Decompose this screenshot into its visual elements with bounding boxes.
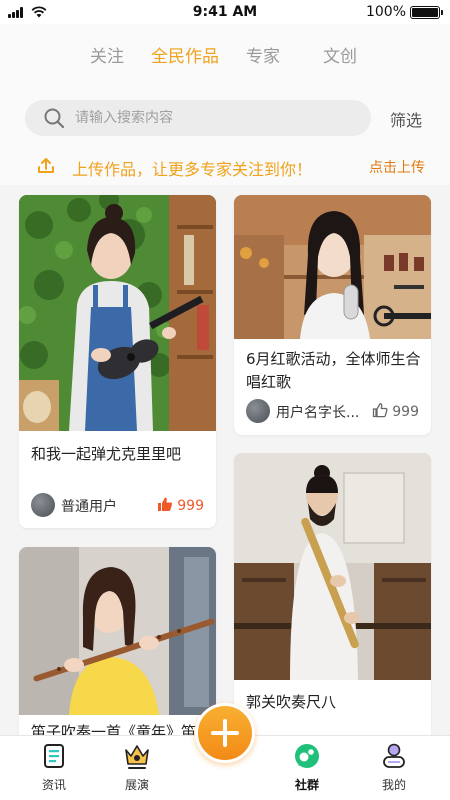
profile-icon xyxy=(383,743,405,768)
work-title: 笛子吹奏一首《童年》笛 xyxy=(31,723,197,735)
battery-icon xyxy=(410,6,443,19)
upload-banner[interactable]: 上传作品，让更多专家关注到你！ 点击上传 xyxy=(0,154,450,180)
work-title: 郭关吹奏尺八 xyxy=(246,693,337,711)
tab-all-works[interactable]: 全民作品 xyxy=(151,42,219,67)
search-icon xyxy=(44,108,65,129)
tab-follow[interactable]: 关注 xyxy=(90,42,124,67)
avatar[interactable] xyxy=(246,399,270,423)
search-input[interactable] xyxy=(75,100,355,136)
app-screen: 9:41 AM 100% 关注 全民作品 专家 文创 筛选 xyxy=(0,0,450,800)
tab-experts[interactable]: 专家 xyxy=(246,42,280,67)
work-photo xyxy=(234,453,431,680)
work-meta: 普通用户 999 xyxy=(31,493,204,519)
community-icon xyxy=(295,744,319,768)
nav-label: 我的 xyxy=(381,778,406,792)
upload-icon xyxy=(38,158,54,173)
nav-label: 资讯 xyxy=(41,778,66,792)
like-count-text: 999 xyxy=(392,404,419,420)
avatar[interactable] xyxy=(31,493,55,517)
author-name[interactable]: 用户名字长... xyxy=(276,402,371,422)
upload-link[interactable]: 点击上传 xyxy=(369,157,425,177)
like-count-text: 999 xyxy=(177,498,204,514)
work-meta: 用户名字长... 999 xyxy=(246,399,419,425)
publish-button[interactable] xyxy=(195,703,255,763)
status-bar: 9:41 AM 100% xyxy=(0,0,450,24)
header: 关注 全民作品 专家 文创 筛选 上传作品，让更多专家关注到你！ 点击上传 xyxy=(0,24,450,185)
battery-percent: 100% xyxy=(365,4,406,20)
news-icon xyxy=(44,744,64,768)
work-photo xyxy=(234,195,431,339)
like-count[interactable]: 999 xyxy=(157,496,204,514)
nav-item-performance[interactable]: 展演 xyxy=(107,742,167,793)
work-title: 6月红歌活动，全体师生合唱红歌 xyxy=(246,350,421,391)
nav-label: 社群 xyxy=(294,778,319,792)
work-card[interactable]: 6月红歌活动，全体师生合唱红歌 用户名字长... 999 xyxy=(234,195,431,435)
plus-icon xyxy=(211,719,239,747)
like-count[interactable]: 999 xyxy=(372,402,419,420)
work-card[interactable]: 和我一起弹尤克里里吧 普通用户 999 xyxy=(19,195,216,528)
upload-prompt: 上传作品，让更多专家关注到你！ xyxy=(72,160,313,179)
search-box[interactable] xyxy=(25,100,371,136)
nav-item-community[interactable]: 社群 xyxy=(277,742,337,793)
nav-label: 展演 xyxy=(124,778,149,792)
thumb-up-icon xyxy=(158,497,173,511)
nav-item-profile[interactable]: 我的 xyxy=(364,742,424,793)
author-name[interactable]: 普通用户 xyxy=(61,496,161,516)
tab-culture[interactable]: 文创 xyxy=(323,42,357,67)
work-photo xyxy=(19,195,216,431)
thumb-up-outline-icon xyxy=(373,403,388,418)
top-tabs: 关注 全民作品 专家 文创 xyxy=(0,42,450,67)
work-photo xyxy=(19,547,216,715)
work-card[interactable]: 笛子吹奏一首《童年》笛 xyxy=(19,547,216,735)
works-feed: 和我一起弹尤克里里吧 普通用户 999 6月红歌活动，全体师生合唱红歌 用户名字… xyxy=(0,185,450,735)
work-title: 和我一起弹尤克里里吧 xyxy=(31,445,182,463)
work-card[interactable]: 郭关吹奏尺八 xyxy=(234,453,431,735)
performance-icon xyxy=(125,745,149,769)
filter-button[interactable]: 筛选 xyxy=(390,107,422,131)
nav-item-news[interactable]: 资讯 xyxy=(24,742,84,793)
search-row: 筛选 xyxy=(0,100,450,136)
